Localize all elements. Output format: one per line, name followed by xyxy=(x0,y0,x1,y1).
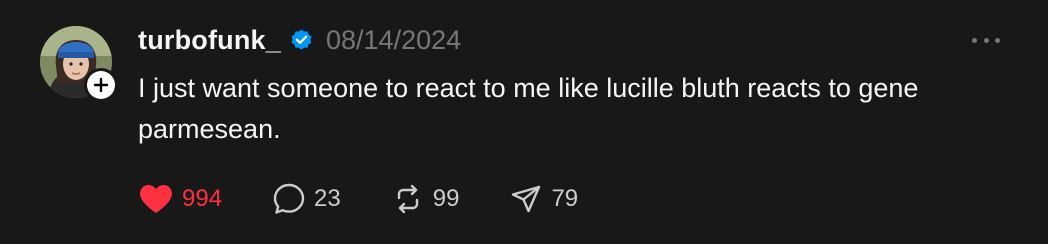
thread-post: turbofunk_ 08/14/2024 I just want someon… xyxy=(0,0,1048,244)
speech-bubble-icon xyxy=(273,183,305,214)
plus-icon xyxy=(93,77,109,93)
repost-icon xyxy=(397,184,418,214)
post-text: I just want someone to react to me like … xyxy=(138,73,919,144)
follow-button[interactable] xyxy=(84,68,118,102)
more-dot-icon xyxy=(972,37,977,43)
username[interactable]: turbofunk_ xyxy=(138,25,281,56)
like-button[interactable]: 994 xyxy=(138,178,222,220)
more-dot-icon xyxy=(983,37,989,43)
repost-button[interactable]: 99 xyxy=(391,178,460,220)
more-dot-icon xyxy=(995,37,1000,43)
paper-plane-icon xyxy=(512,185,541,213)
post-header: turbofunk_ 08/14/2024 xyxy=(138,22,461,58)
repost-count: 99 xyxy=(432,185,460,212)
post-actions: 994 23 99 79 xyxy=(138,178,578,220)
share-button[interactable]: 79 xyxy=(509,178,578,220)
follow-button-inner xyxy=(87,71,115,99)
reply-count: 23 xyxy=(314,185,341,212)
verified-badge-icon xyxy=(289,28,314,53)
reply-button[interactable]: 23 xyxy=(272,178,341,220)
like-count: 994 xyxy=(182,185,223,212)
share-count: 79 xyxy=(551,185,579,212)
timestamp[interactable]: 08/14/2024 xyxy=(326,25,461,56)
more-options-button[interactable] xyxy=(972,30,1000,50)
heart-filled-icon xyxy=(140,185,172,213)
